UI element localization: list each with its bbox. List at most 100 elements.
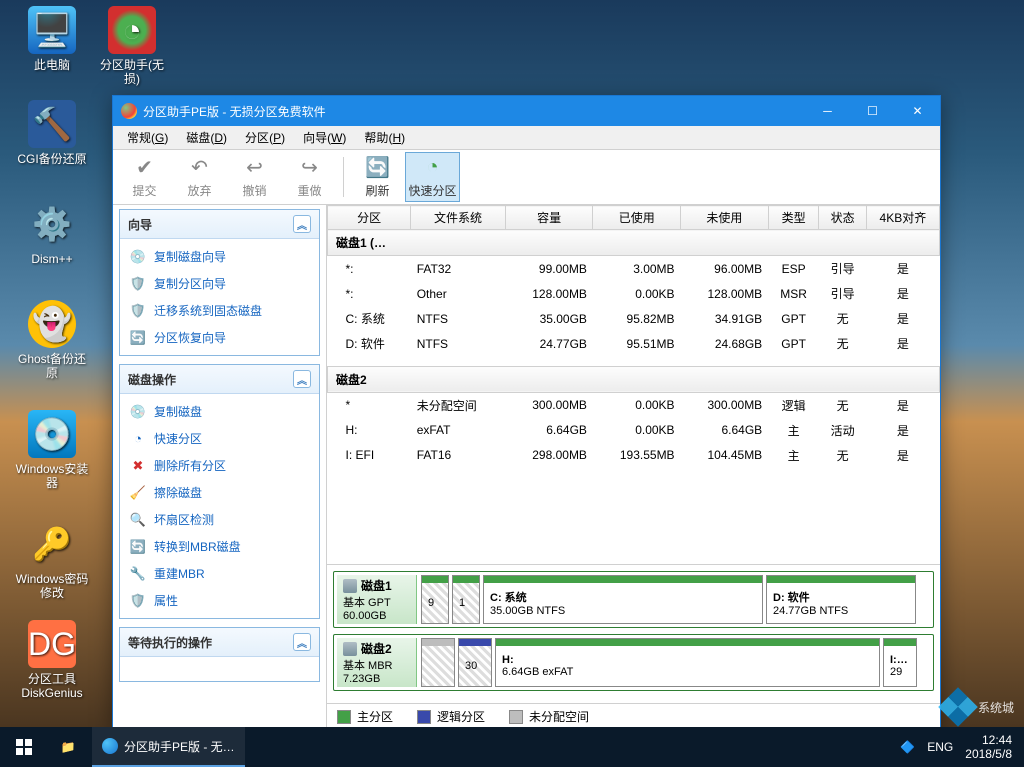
- group-header[interactable]: 磁盘2: [328, 366, 940, 392]
- op-copy-disk[interactable]: 💿复制磁盘: [120, 398, 319, 425]
- desktop-icon-winpass[interactable]: 🔑Windows密码修改: [14, 520, 90, 600]
- op-convert-mbr[interactable]: 🔄转换到MBR磁盘: [120, 533, 319, 560]
- partition-block[interactable]: H:6.64GB exFAT: [495, 638, 880, 687]
- disk-row[interactable]: 磁盘1基本 GPT60.00GB91C: 系统35.00GB NTFSD: 软件…: [333, 571, 934, 628]
- tray-lang[interactable]: ENG: [927, 740, 953, 754]
- column-header[interactable]: 未使用: [681, 206, 769, 230]
- sidebar: 向导︽ 💿复制磁盘向导 🛡️复制分区向导 🛡️迁移系统到固态磁盘 🔄分区恢复向导…: [113, 205, 327, 729]
- partition-block[interactable]: 1: [452, 575, 480, 624]
- windows-icon: [16, 739, 32, 755]
- undo-icon: ↩: [243, 156, 267, 180]
- table-row[interactable]: *未分配空间300.00MB0.00KB300.00MB逻辑无是: [328, 392, 940, 418]
- table-row[interactable]: C: 系统NTFS35.00GB95.82MB34.91GBGPT无是: [328, 306, 940, 331]
- wizard-copy-disk[interactable]: 💿复制磁盘向导: [120, 243, 319, 270]
- op-bad-sector[interactable]: 🔍坏扇区检测: [120, 506, 319, 533]
- table-row[interactable]: *:Other128.00MB0.00KB128.00MBMSR引导是: [328, 281, 940, 306]
- menu-help[interactable]: 帮助(H): [356, 127, 413, 148]
- legend-logical: 逻辑分区: [417, 708, 485, 725]
- minimize-button[interactable]: ─: [805, 96, 850, 126]
- desktop-icon-wininstall[interactable]: 💿Windows安装器: [14, 410, 90, 490]
- tb-commit[interactable]: ✔提交: [117, 152, 172, 202]
- panel-disk-ops: 磁盘操作︽ 💿复制磁盘 ◔快速分区 ✖删除所有分区 🧹擦除磁盘 🔍坏扇区检测 🔄…: [119, 364, 320, 619]
- column-header[interactable]: 容量: [505, 206, 593, 230]
- table-row[interactable]: D: 软件NTFS24.77GB95.51MB24.68GBGPT无是: [328, 331, 940, 356]
- column-header[interactable]: 已使用: [593, 206, 681, 230]
- op-properties[interactable]: 🛡️属性: [120, 587, 319, 614]
- delete-icon: ✖: [130, 458, 146, 474]
- chevron-up-icon[interactable]: ︽: [293, 633, 311, 651]
- start-button[interactable]: [0, 727, 48, 767]
- table-row[interactable]: I: EFIFAT16298.00MB193.55MB104.45MB主无是: [328, 443, 940, 468]
- commit-icon: ✔: [133, 156, 157, 180]
- menu-general[interactable]: 常规(G): [119, 127, 176, 148]
- op-delete-all[interactable]: ✖删除所有分区: [120, 452, 319, 479]
- panel-pending: 等待执行的操作︽: [119, 627, 320, 682]
- disk-row[interactable]: 磁盘2基本 MBR7.23GB30H:6.64GB exFATI:…29: [333, 634, 934, 691]
- toolbar: ✔提交 ↶放弃 ↩撤销 ↪重做 🔄刷新 ◔快速分区: [113, 150, 940, 205]
- copy-icon: 💿: [130, 404, 146, 420]
- menu-partition[interactable]: 分区(P): [237, 127, 293, 148]
- desktop-icon-cgi[interactable]: 🔨CGI备份还原: [14, 100, 90, 166]
- desktop-icon-partition-assist[interactable]: ◔分区助手(无损): [94, 6, 170, 86]
- taskbar-app-label: 分区助手PE版 - 无…: [124, 738, 235, 755]
- op-quick-partition[interactable]: ◔快速分区: [120, 425, 319, 452]
- recover-icon: 🔄: [130, 330, 146, 346]
- tb-refresh[interactable]: 🔄刷新: [350, 152, 405, 202]
- quick-partition-icon: ◔: [421, 156, 445, 180]
- app-icon: [102, 738, 118, 754]
- titlebar[interactable]: 分区助手PE版 - 无损分区免费软件 ─ ☐ ✕: [113, 96, 940, 126]
- column-header[interactable]: 状态: [819, 206, 866, 230]
- column-header[interactable]: 文件系统: [411, 206, 506, 230]
- op-rebuild-mbr[interactable]: 🔧重建MBR: [120, 560, 319, 587]
- wizard-copy-partition[interactable]: 🛡️复制分区向导: [120, 270, 319, 297]
- column-header[interactable]: 分区: [328, 206, 411, 230]
- refresh-icon: 🔄: [366, 156, 390, 180]
- desktop-icon-diskgenius[interactable]: DG分区工具DiskGenius: [14, 620, 90, 700]
- column-header[interactable]: 类型: [768, 206, 819, 230]
- column-header[interactable]: 4KB对齐: [866, 206, 939, 230]
- partition-block[interactable]: I:…29: [883, 638, 917, 687]
- toolbar-separator: [343, 157, 344, 197]
- desktop-icon-ghost[interactable]: 👻Ghost备份还原: [14, 300, 90, 380]
- tray-clock[interactable]: 12:44 2018/5/8: [965, 733, 1012, 761]
- main-area: 分区文件系统容量已使用未使用类型状态4KB对齐 磁盘1 (…*:FAT3299.…: [327, 205, 940, 729]
- table-row[interactable]: H:exFAT6.64GB0.00KB6.64GB主活动是: [328, 418, 940, 443]
- tb-quick-partition[interactable]: ◔快速分区: [405, 152, 460, 202]
- panel-header-diskops[interactable]: 磁盘操作︽: [120, 365, 319, 394]
- table-row[interactable]: *:FAT3299.00MB3.00MB96.00MBESP引导是: [328, 256, 940, 282]
- partition-block[interactable]: C: 系统35.00GB NTFS: [483, 575, 763, 624]
- system-tray[interactable]: 🔷 ENG 12:44 2018/5/8: [888, 733, 1024, 761]
- group-header[interactable]: 磁盘1 (…: [328, 230, 940, 256]
- partition-block[interactable]: 9: [421, 575, 449, 624]
- discard-icon: ↶: [188, 156, 212, 180]
- taskbar-app[interactable]: 分区助手PE版 - 无…: [92, 727, 245, 767]
- op-wipe-disk[interactable]: 🧹擦除磁盘: [120, 479, 319, 506]
- wizard-migrate-ssd[interactable]: 🛡️迁移系统到固态磁盘: [120, 297, 319, 324]
- partition-grid[interactable]: 分区文件系统容量已使用未使用类型状态4KB对齐 磁盘1 (…*:FAT3299.…: [327, 205, 940, 564]
- desktop-icon-this-pc[interactable]: 🖥️此电脑: [14, 6, 90, 72]
- tb-discard[interactable]: ↶放弃: [172, 152, 227, 202]
- tb-redo[interactable]: ↪重做: [282, 152, 337, 202]
- panel-header-wizard[interactable]: 向导︽: [120, 210, 319, 239]
- legend-primary: 主分区: [337, 708, 393, 725]
- wipe-icon: 🧹: [130, 485, 146, 501]
- menu-disk[interactable]: 磁盘(D): [178, 127, 235, 148]
- partition-block[interactable]: D: 软件24.77GB NTFS: [766, 575, 916, 624]
- chevron-up-icon[interactable]: ︽: [293, 215, 311, 233]
- taskbar-explorer[interactable]: 📁: [48, 740, 88, 754]
- taskbar[interactable]: 📁 分区助手PE版 - 无… 🔷 ENG 12:44 2018/5/8: [0, 727, 1024, 767]
- rebuild-icon: 🔧: [130, 566, 146, 582]
- maximize-button[interactable]: ☐: [850, 96, 895, 126]
- panel-header-pending[interactable]: 等待执行的操作︽: [120, 628, 319, 657]
- partition-block[interactable]: 30: [458, 638, 492, 687]
- wizard-recover-partition[interactable]: 🔄分区恢复向导: [120, 324, 319, 351]
- tb-undo[interactable]: ↩撤销: [227, 152, 282, 202]
- tray-network-icon[interactable]: 🔷: [900, 740, 915, 754]
- convert-icon: 🔄: [130, 539, 146, 555]
- legend: 主分区 逻辑分区 未分配空间: [327, 703, 940, 729]
- chevron-up-icon[interactable]: ︽: [293, 370, 311, 388]
- desktop-icon-dism[interactable]: ⚙️Dism++: [14, 200, 90, 266]
- menu-wizard[interactable]: 向导(W): [295, 127, 354, 148]
- partition-block[interactable]: [421, 638, 455, 687]
- close-button[interactable]: ✕: [895, 96, 940, 126]
